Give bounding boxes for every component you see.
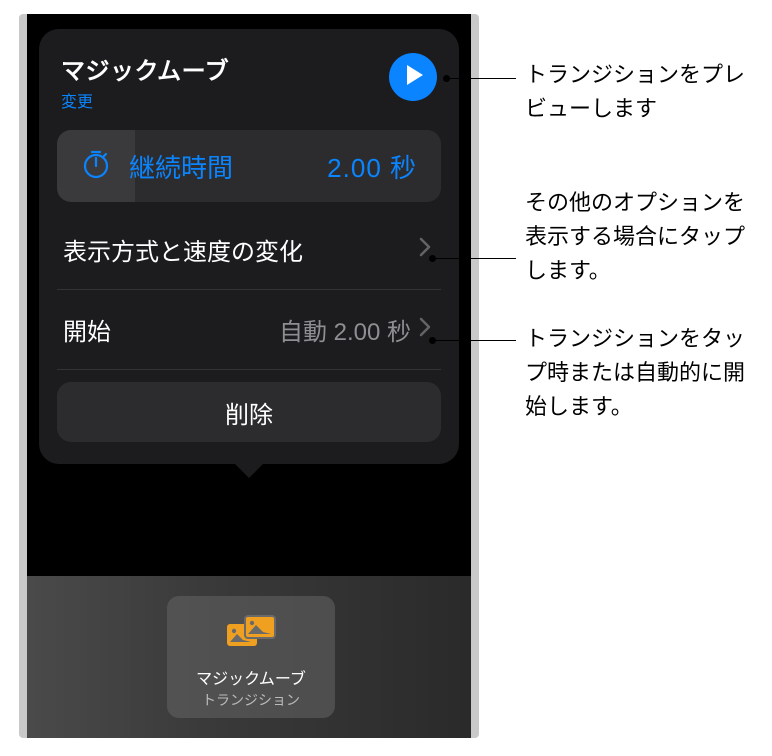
- app-frame: マジックムーブ トランジション マジックムーブ 変更: [19, 14, 479, 738]
- delete-button[interactable]: 削除: [57, 382, 441, 442]
- popover-header: マジックムーブ 変更: [39, 51, 459, 130]
- start-row[interactable]: 開始 自動 2.00 秒: [57, 290, 441, 370]
- magic-move-icon: [223, 612, 279, 657]
- popover-title: マジックムーブ: [61, 51, 229, 86]
- start-label: 開始: [63, 312, 111, 347]
- delivery-label: 表示方式と速度の変化: [63, 232, 303, 267]
- preview-button[interactable]: [389, 53, 437, 101]
- thumbnail-subtitle: トランジション: [202, 690, 300, 710]
- callout-line: [432, 340, 516, 341]
- duration-label: 継続時間: [129, 148, 327, 185]
- callout-start: トランジションをタップ時または自動的に開始します。: [525, 322, 755, 424]
- callout-options: その他のオプションを表示する場合にタップします。: [525, 186, 755, 288]
- timer-icon: [81, 149, 111, 184]
- start-value: 自動 2.00 秒: [279, 312, 411, 347]
- transition-thumbnail-tile[interactable]: マジックムーブ トランジション: [167, 596, 335, 718]
- delivery-row[interactable]: 表示方式と速度の変化: [57, 210, 441, 290]
- duration-row[interactable]: 継続時間 2.00 秒: [57, 130, 441, 202]
- delete-label: 削除: [225, 395, 273, 430]
- transition-popover: マジックムーブ 変更 継続時間: [39, 29, 459, 464]
- change-link[interactable]: 変更: [61, 88, 229, 112]
- callout-preview: トランジションをプレビューします: [525, 58, 755, 126]
- duration-value: 2.00 秒: [327, 148, 417, 185]
- play-icon: [401, 64, 425, 91]
- callout-line: [446, 78, 516, 79]
- slide-navigator: マジックムーブ トランジション: [27, 576, 471, 738]
- thumbnail-title: マジックムーブ: [196, 665, 306, 689]
- callout-line: [432, 258, 516, 259]
